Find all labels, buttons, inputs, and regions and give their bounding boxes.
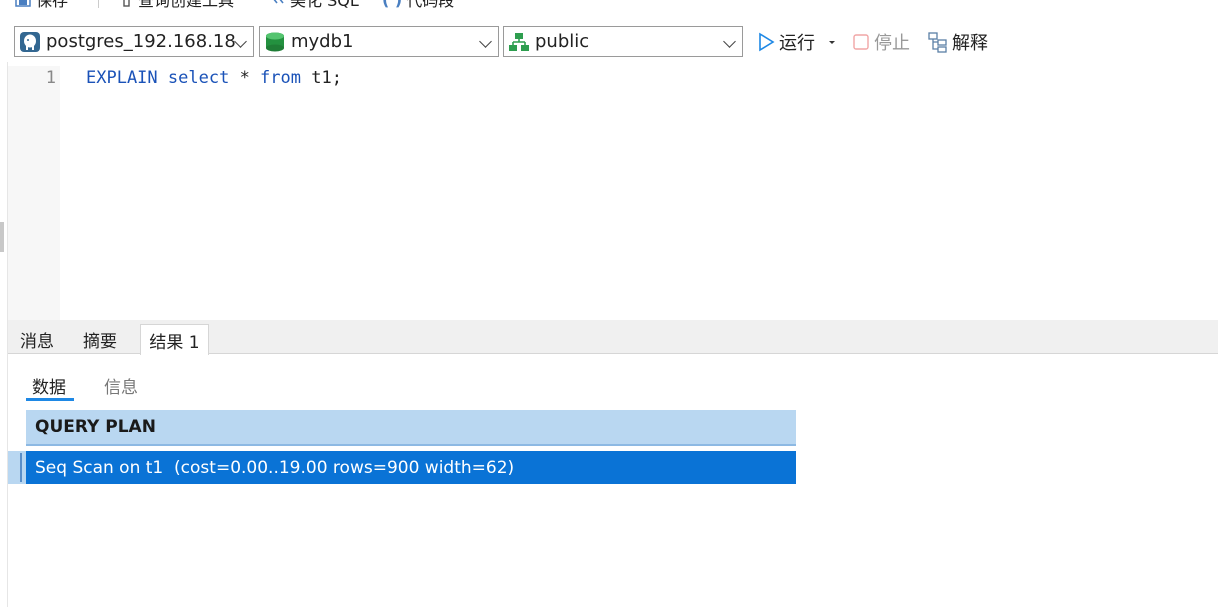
left-gutter-strip — [0, 62, 8, 607]
tab-messages-label: 消息 — [20, 331, 54, 352]
active-subtab-underline — [26, 398, 74, 401]
query-builder-label: 查询创建工具 — [138, 0, 235, 10]
database-icon — [266, 32, 284, 51]
toolbar-divider — [98, 0, 99, 8]
stop-label: 停止 — [874, 33, 910, 54]
snippet-label: 代码段 — [406, 0, 455, 10]
save-label: 保存 — [36, 0, 69, 10]
code-line[interactable]: EXPLAIN select * from t1; — [86, 68, 342, 88]
splitter-handle[interactable] — [0, 222, 4, 252]
tab-result-1[interactable]: 结果 1 — [140, 324, 209, 355]
explain-button[interactable]: 解释 — [928, 28, 988, 56]
play-icon — [759, 32, 775, 52]
keyword-from: from — [260, 68, 301, 88]
query-builder-button[interactable]: 查询创建工具 — [120, 0, 234, 10]
run-button[interactable]: 运行 — [757, 28, 839, 56]
table-cell[interactable]: Seq Scan on t1 (cost=0.00..19.00 rows=90… — [35, 458, 514, 478]
schema-icon — [509, 32, 529, 51]
chevron-down-icon — [234, 35, 247, 48]
result-tab-bar: 消息 摘要 结果 1 — [8, 320, 1218, 355]
run-dropdown-icon[interactable] — [825, 36, 839, 48]
keyword-select: select — [167, 68, 230, 88]
table-token: t1; — [301, 68, 342, 88]
line-number-gutter: 1 — [8, 66, 60, 320]
schema-select[interactable]: public — [503, 26, 743, 57]
database-select[interactable]: mydb1 — [259, 26, 499, 57]
save-icon — [15, 0, 31, 7]
tab-result-1-label: 结果 1 — [149, 332, 200, 353]
top-toolbar: 保存 查询创建工具 美化 SQL ( ) 代码段 — [0, 0, 1218, 10]
stop-icon — [853, 34, 869, 50]
table-row[interactable]: Seq Scan on t1 (cost=0.00..19.00 rows=90… — [26, 451, 796, 484]
connection-name: postgres_192.168.18 — [46, 31, 236, 52]
chevron-down-icon — [723, 35, 736, 48]
connection-bar: postgres_192.168.18 mydb1 public 运行 停止 解… — [0, 22, 1218, 62]
database-name: mydb1 — [291, 31, 354, 52]
column-header-label: QUERY PLAN — [35, 417, 156, 437]
tab-summary[interactable]: 摘要 — [70, 324, 130, 354]
connection-select[interactable]: postgres_192.168.18 — [14, 26, 254, 57]
column-header-query-plan[interactable]: QUERY PLAN — [26, 410, 796, 446]
subtab-data[interactable]: 数据 — [32, 373, 66, 398]
code-snippet-button[interactable]: ( ) 代码段 — [382, 0, 454, 10]
stop-button[interactable]: 停止 — [852, 28, 910, 56]
run-label: 运行 — [779, 33, 815, 54]
beautify-icon — [273, 0, 284, 4]
postgres-elephant-icon — [20, 31, 40, 52]
explain-label: 解释 — [952, 33, 988, 54]
query-builder-icon — [123, 0, 130, 7]
row-selector[interactable] — [8, 451, 26, 484]
beautify-sql-button[interactable]: 美化 SQL — [266, 0, 359, 10]
line-number: 1 — [45, 68, 56, 88]
save-button[interactable]: 保存 — [14, 0, 68, 10]
beautify-label: 美化 SQL — [290, 0, 359, 10]
keyword-explain: EXPLAIN — [86, 68, 158, 88]
tab-summary-label: 摘要 — [83, 331, 117, 352]
star-token: * — [229, 68, 261, 88]
result-sub-tabs: 数据 信息 — [8, 355, 1218, 405]
explain-icon — [928, 32, 947, 53]
sql-editor[interactable]: 1 EXPLAIN select * from t1; — [8, 66, 1218, 320]
chevron-down-icon — [479, 35, 492, 48]
tab-messages[interactable]: 消息 — [8, 324, 66, 354]
subtab-info[interactable]: 信息 — [104, 373, 138, 398]
schema-name: public — [535, 31, 590, 52]
snippet-icon: ( ) — [382, 0, 402, 9]
